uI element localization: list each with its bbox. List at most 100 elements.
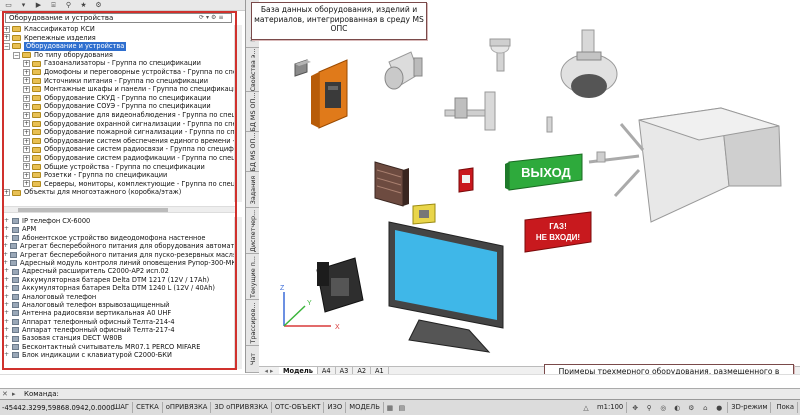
expand-toggle-icon[interactable]: + bbox=[23, 103, 30, 111]
tree-scrollbar[interactable] bbox=[234, 25, 242, 202]
expand-toggle-icon[interactable]: + bbox=[3, 276, 10, 284]
list-item[interactable]: + Аналоговый телефон bbox=[3, 293, 234, 301]
list-item[interactable]: + Аппарат телефонный офисный Телта-214-4 bbox=[3, 318, 234, 326]
expand-toggle-icon[interactable]: + bbox=[3, 217, 10, 225]
play-icon[interactable]: ▶ bbox=[34, 1, 43, 9]
side-tab[interactable]: Трассиров... bbox=[246, 300, 259, 346]
status-toggle-button[interactable]: 3D оПРИВЯЗКА bbox=[211, 402, 272, 413]
expand-toggle-icon[interactable]: + bbox=[3, 326, 10, 334]
expand-toggle-icon[interactable]: + bbox=[3, 189, 10, 197]
tree-node[interactable]: + Оборудование пожарной сигнализации - Гр… bbox=[3, 128, 234, 137]
list-item[interactable]: + Базовая станция DECT W80B bbox=[3, 334, 234, 342]
side-tab[interactable]: Свойства э... bbox=[246, 48, 259, 92]
list-item[interactable]: + Абонентское устройство видеодомофона на… bbox=[3, 234, 234, 242]
expand-toggle-icon[interactable]: + bbox=[23, 94, 30, 102]
expand-toggle-icon[interactable]: + bbox=[23, 68, 30, 76]
expand-toggle-icon[interactable]: + bbox=[3, 242, 8, 250]
tree-node[interactable]: + Оборудование СКУД - Группа по специфика… bbox=[3, 94, 234, 103]
tree-node[interactable]: − По типу оборудования bbox=[3, 51, 234, 60]
side-tab[interactable]: Задания bbox=[246, 172, 259, 208]
arrow-down-icon[interactable]: ▾ bbox=[19, 1, 28, 9]
tree-node[interactable]: + Крепежные изделия bbox=[3, 34, 234, 43]
expand-toggle-icon[interactable]: + bbox=[23, 171, 30, 179]
tree-node[interactable]: + Оборудование систем радиофикации - Груп… bbox=[3, 154, 234, 163]
tree-node[interactable]: + Объекты для многоэтажного (коробка/этаж… bbox=[3, 188, 234, 197]
filter-icon[interactable]: ⌸ bbox=[49, 1, 58, 9]
collapse-toggle-icon[interactable]: − bbox=[3, 42, 10, 50]
dropdown-icon[interactable]: ▾ bbox=[206, 14, 209, 22]
expand-toggle-icon[interactable]: + bbox=[23, 77, 30, 85]
model-space[interactable]: ВЫХОД ГАЗ! НЕ ВХОДИ! Z Y X bbox=[259, 0, 800, 366]
scroll-thumb[interactable] bbox=[18, 208, 168, 212]
side-tab[interactable]: БД MS ОП... bbox=[246, 92, 259, 132]
expand-toggle-icon[interactable]: + bbox=[3, 234, 10, 242]
status-toggle-button[interactable]: ШАГ bbox=[110, 402, 134, 413]
tree-node[interactable]: + Домофоны и переговорные устройства - Гр… bbox=[3, 68, 234, 77]
expand-toggle-icon[interactable]: + bbox=[3, 309, 10, 317]
expand-toggle-icon[interactable]: + bbox=[3, 225, 10, 233]
annotation-icon[interactable]: △ bbox=[581, 403, 591, 413]
tree-horizontal-scrollbar[interactable] bbox=[3, 206, 236, 213]
list-item[interactable]: + Адресный модуль контроля линий оповещен… bbox=[3, 259, 234, 267]
side-tab[interactable]: Текущие п... bbox=[246, 254, 259, 300]
mode-3d-button[interactable]: 3D-режим bbox=[727, 402, 772, 413]
status-toggle-button[interactable]: СЕТКА bbox=[133, 402, 163, 413]
expand-toggle-icon[interactable]: + bbox=[3, 351, 10, 359]
status-toggle-button[interactable]: ОТС-ОБЪЕКТ bbox=[272, 402, 325, 413]
expand-toggle-icon[interactable]: + bbox=[23, 146, 30, 154]
expand-toggle-icon[interactable]: + bbox=[23, 60, 30, 68]
zoom-icon[interactable]: ⚲ bbox=[644, 403, 654, 413]
expand-toggle-icon[interactable]: + bbox=[3, 284, 10, 292]
expand-toggle-icon[interactable]: + bbox=[23, 128, 30, 136]
expand-toggle-icon[interactable]: + bbox=[3, 267, 10, 275]
list-item[interactable]: + Агрегат бесперебойного питания для пуск… bbox=[3, 251, 234, 259]
list-item[interactable]: + Бесконтактный считыватель MR07.1 PERCO … bbox=[3, 343, 234, 351]
collapse-toggle-icon[interactable]: − bbox=[13, 51, 20, 59]
close-icon[interactable]: ✕ bbox=[2, 389, 12, 399]
expand-toggle-icon[interactable]: + bbox=[23, 85, 30, 93]
expand-toggle-icon[interactable]: + bbox=[3, 334, 10, 342]
tree-node[interactable]: + Общие устройства - Группа по спецификац… bbox=[3, 163, 234, 172]
tree-node[interactable]: + Оборудование систем обеспечения единого… bbox=[3, 137, 234, 146]
status-toggle-button[interactable]: МОДЕЛЬ bbox=[346, 402, 384, 413]
list-item[interactable]: + Блок индикации с клавиатурой С2000-БКИ bbox=[3, 351, 234, 359]
settings-small-icon[interactable]: ⚙ bbox=[211, 14, 216, 22]
command-line[interactable]: ✕ ▸ Команда: bbox=[0, 388, 800, 399]
show-button[interactable]: Пока bbox=[773, 402, 798, 413]
tree-node[interactable]: + Классификатор КСИ bbox=[3, 25, 234, 34]
list-item[interactable]: + IP телефон CX-6000 bbox=[3, 217, 234, 225]
tree-node[interactable]: + Источники питания - Группа по специфика… bbox=[3, 77, 234, 86]
tree-node[interactable]: + Монтажные шкафы и панели - Группа по сп… bbox=[3, 85, 234, 94]
library-select[interactable]: Оборудование и устройства ⟳ ▾ ⚙ ≡ bbox=[5, 13, 232, 23]
menu-icon[interactable]: ≡ bbox=[218, 14, 223, 22]
tree-node[interactable]: + Серверы, мониторы, комплектующие - Груп… bbox=[3, 180, 234, 189]
expand-toggle-icon[interactable]: + bbox=[3, 301, 10, 309]
status-toggle-button[interactable]: ИЗО bbox=[324, 402, 347, 413]
list-scrollbar[interactable] bbox=[234, 217, 242, 369]
scale-readout[interactable]: m1:100 bbox=[594, 402, 628, 413]
collapse-icon[interactable]: ▭ bbox=[4, 1, 13, 9]
expand-toggle-icon[interactable]: + bbox=[23, 137, 30, 145]
list-item[interactable]: + Антенна радиосвязи вертикальная А0 UHF bbox=[3, 309, 234, 317]
tree-node[interactable]: + Оборудование для видеонаблюдения - Груп… bbox=[3, 111, 234, 120]
list-item[interactable]: + Аппарат телефонный офисный Телта-217-4 bbox=[3, 326, 234, 334]
expand-toggle-icon[interactable]: + bbox=[3, 293, 10, 301]
quick-view-icon[interactable]: ▤ bbox=[397, 403, 407, 413]
expand-toggle-icon[interactable]: + bbox=[23, 163, 30, 171]
star-icon[interactable]: ★ bbox=[79, 1, 88, 9]
tree-node[interactable]: + Газоанализаторы - Группа по спецификаци… bbox=[3, 59, 234, 68]
side-tab[interactable]: Диспетчер... bbox=[246, 208, 259, 254]
list-item[interactable]: + Адресный расширитель С2000-АР2 исп.02 bbox=[3, 267, 234, 275]
expand-toggle-icon[interactable]: + bbox=[23, 180, 30, 188]
side-tab[interactable]: Чат bbox=[246, 346, 259, 373]
lock-icon[interactable]: ⌂ bbox=[700, 403, 710, 413]
customize-icon[interactable]: ▸ bbox=[12, 389, 24, 399]
side-tab[interactable]: БД MS ОП... bbox=[246, 132, 259, 172]
expand-toggle-icon[interactable]: + bbox=[23, 111, 30, 119]
pan-icon[interactable]: ✥ bbox=[630, 403, 640, 413]
settings-icon[interactable]: ⚙ bbox=[94, 1, 103, 9]
expand-toggle-icon[interactable]: + bbox=[3, 25, 10, 33]
list-item[interactable]: + Аналоговый телефон взрывозащищенный bbox=[3, 301, 234, 309]
list-item[interactable]: + Аккумуляторная батарея Delta DTM 1240 L… bbox=[3, 284, 234, 292]
expand-toggle-icon[interactable]: + bbox=[3, 251, 8, 259]
